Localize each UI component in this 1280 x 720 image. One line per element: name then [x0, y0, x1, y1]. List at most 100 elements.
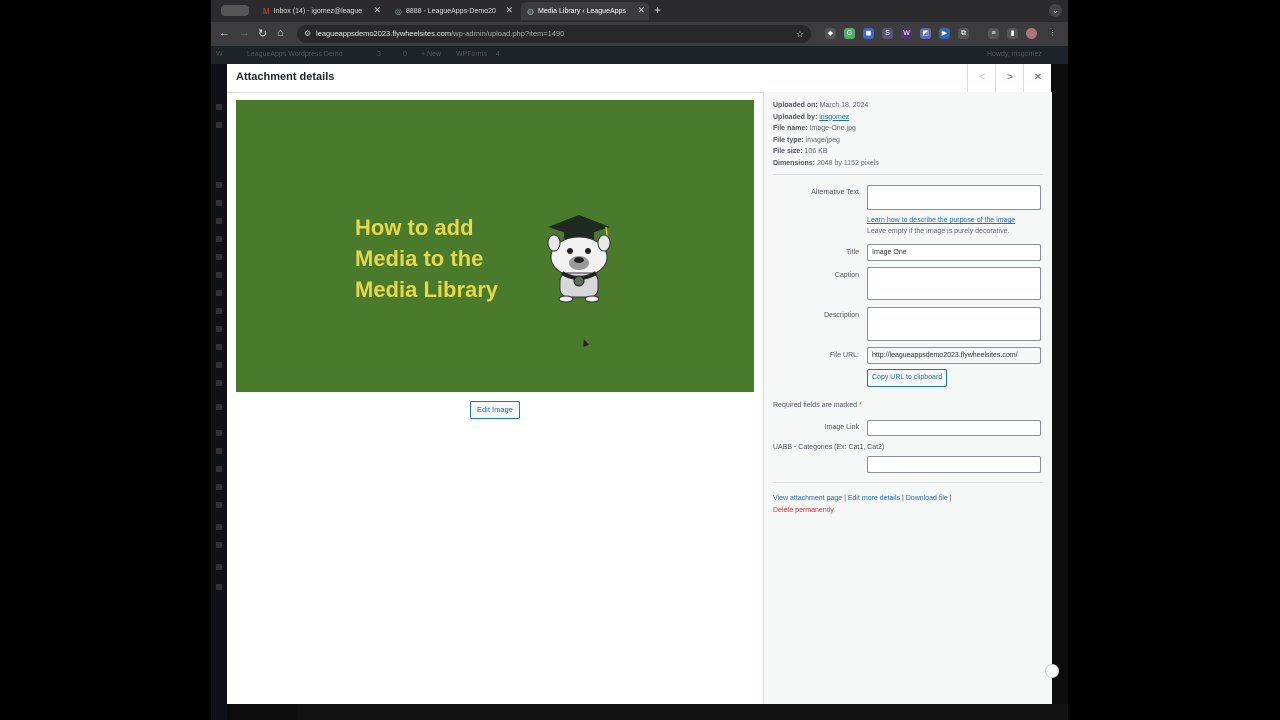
meta-label: File type: — [773, 136, 804, 144]
caption-label: Caption — [834, 272, 859, 279]
howdy-user[interactable]: Howdy, irisgomez — [987, 51, 1042, 58]
alt-text-help-link[interactable]: Learn how to describe the purpose of the… — [867, 217, 1015, 224]
uploaded-by-link[interactable]: irisgomez — [819, 114, 849, 121]
uabb-categories-label: UABB - Categories (Ex: Cat1, Cat2) — [773, 444, 885, 451]
tab-groups-control[interactable] — [221, 5, 249, 16]
file-url-field[interactable]: http://leagueappsdemo2023.flywheelsites.… — [867, 347, 1041, 364]
sidepanel-icon[interactable]: ▮ — [1007, 28, 1018, 39]
tab-strip: M Inbox (14) - igomez@league ✕ ◎ 8888 - … — [211, 0, 1068, 22]
image-headline: How to add Media to the Media Library — [355, 212, 498, 305]
alt-text-help: Learn how to describe the purpose of the… — [867, 215, 1015, 237]
previous-button[interactable]: < — [967, 64, 996, 92]
url-path: /wp-admin/upload.php?item=1490 — [451, 29, 565, 38]
uploaded-on-value: March 18, 2024 — [819, 102, 869, 109]
view-attachment-link[interactable]: View attachment page — [773, 495, 842, 502]
bulldog-mascot-icon — [547, 215, 611, 303]
close-icon: ✕ — [1033, 72, 1043, 83]
page-bottom-strip — [298, 704, 1068, 720]
browser-toolbar: ← → ↻ ⌂ ⚙ leagueappsdemo2023.flywheelsit… — [211, 22, 1068, 46]
wpforms-link[interactable]: WPForms — [456, 51, 487, 58]
edit-more-details-link[interactable]: Edit more details — [848, 495, 900, 502]
browser-window: M Inbox (14) - igomez@league ✕ ◎ 8888 - … — [211, 0, 1068, 720]
extension-icon[interactable]: W — [901, 28, 912, 39]
modal-title: Attachment details — [236, 71, 335, 83]
description-field[interactable] — [867, 307, 1041, 341]
alt-text-field[interactable] — [867, 185, 1041, 210]
tab-demo[interactable]: ◎ 8888 - LeagueApps-Demo20 ✕ — [389, 2, 517, 20]
tab-label: Media Library ‹ LeagueApps — [537, 7, 626, 15]
url-host: leagueappsdemo2023.flywheelsites.com — [316, 29, 452, 38]
extension-icon[interactable]: ◼ — [863, 28, 874, 39]
new-tab-button[interactable]: + — [654, 3, 661, 17]
forward-arrow-icon[interactable]: → — [239, 27, 250, 39]
wordpress-icon: ◍ — [527, 6, 534, 16]
close-icon[interactable]: ✕ — [373, 5, 381, 16]
chevron-down-icon[interactable]: ⌄ — [1049, 4, 1062, 17]
divider — [773, 174, 1043, 175]
puzzle-icon[interactable]: ⧉ — [958, 28, 969, 39]
reload-icon[interactable]: ↻ — [258, 27, 267, 40]
required-star: * — [859, 402, 862, 409]
updates-count[interactable]: 3 — [377, 51, 381, 58]
wordpress-logo-icon[interactable]: W — [216, 51, 223, 58]
edit-image-button[interactable]: Edit Image — [470, 401, 520, 419]
site-name-link[interactable]: LeagueApps Wordpress Demo — [247, 51, 343, 58]
extension-icon[interactable]: ◆ — [825, 28, 836, 39]
separator: | — [901, 495, 904, 502]
chevron-right-icon: > — [1007, 72, 1013, 83]
modal-header: Attachment details < > ✕ — [227, 64, 1051, 93]
meta-label: File size: — [773, 148, 803, 155]
extension-icon[interactable]: S — [882, 28, 893, 39]
alt-text-label: Alternative Text — [811, 189, 859, 196]
close-icon[interactable]: ✕ — [505, 5, 513, 16]
image-text-line: Media to the — [355, 246, 484, 271]
close-button[interactable]: ✕ — [1023, 64, 1052, 92]
file-type-value: image/jpeg — [805, 136, 840, 144]
image-link-field[interactable] — [867, 420, 1041, 436]
grammarly-icon[interactable]: G — [844, 28, 855, 39]
attachment-image-preview: How to add Media to the Media Library — [236, 100, 754, 392]
download-file-link[interactable]: Download file — [906, 495, 948, 502]
required-fields-note: Required fields are marked * — [773, 402, 862, 409]
file-name-value: Image-One.jpg — [809, 125, 856, 132]
file-details: Uploaded on: March 18, 2024 Uploaded by:… — [773, 100, 879, 169]
menu-icon[interactable]: ⋮ — [1047, 28, 1058, 39]
wp-admin-sidebar — [211, 64, 227, 720]
tab-media-library[interactable]: ◍ Media Library ‹ LeagueApps ✕ — [521, 2, 649, 20]
separator: | — [844, 495, 846, 502]
avatar[interactable] — [1026, 28, 1037, 39]
delete-permanently-link[interactable]: Delete permanently — [773, 507, 834, 514]
caption-field[interactable] — [867, 267, 1041, 300]
tab-inbox[interactable]: M Inbox (14) - igomez@league ✕ — [257, 2, 385, 20]
image-link-label: Image Link — [824, 424, 859, 431]
separator: | — [949, 495, 952, 502]
required-note-text: Required fields are marked — [773, 402, 858, 409]
next-button[interactable]: > — [995, 64, 1024, 92]
title-label: Title — [846, 249, 859, 256]
title-field[interactable]: Image One — [867, 244, 1041, 261]
site-info-icon[interactable]: ⚙ — [304, 25, 311, 43]
extension-icon[interactable]: ▶ — [939, 28, 950, 39]
copy-url-button[interactable]: Copy URL to clipboard — [867, 369, 948, 387]
image-text-line: How to add — [355, 215, 474, 240]
attachment-actions: View attachment page | Edit more details… — [773, 493, 952, 516]
divider — [773, 482, 1043, 483]
star-icon[interactable]: ☆ — [796, 25, 804, 43]
address-bar[interactable]: ⚙ leagueappsdemo2023.flywheelsites.com/w… — [297, 25, 811, 43]
close-icon[interactable]: ✕ — [637, 5, 645, 16]
uabb-categories-field[interactable] — [867, 456, 1041, 473]
tab-label: Inbox (14) - igomez@league — [273, 7, 363, 15]
new-content-link[interactable]: + New — [421, 51, 441, 58]
back-arrow-icon[interactable]: ← — [219, 27, 230, 39]
gmail-icon: M — [263, 6, 270, 16]
description-label: Description — [823, 312, 859, 319]
comments-count[interactable]: 0 — [403, 51, 407, 58]
file-size-value: 106 KB — [804, 148, 828, 155]
alt-text-help-text: Leave empty if the image is purely decor… — [867, 228, 1010, 235]
home-icon[interactable]: ⌂ — [277, 27, 284, 39]
extension-icon[interactable]: ◩ — [920, 28, 931, 39]
reading-list-icon[interactable]: ≡ — [988, 28, 999, 39]
scroll-indicator-icon[interactable] — [1045, 664, 1059, 678]
url-text: leagueappsdemo2023.flywheelsites.com/wp-… — [316, 25, 564, 43]
wpforms-count: 4 — [496, 51, 500, 58]
